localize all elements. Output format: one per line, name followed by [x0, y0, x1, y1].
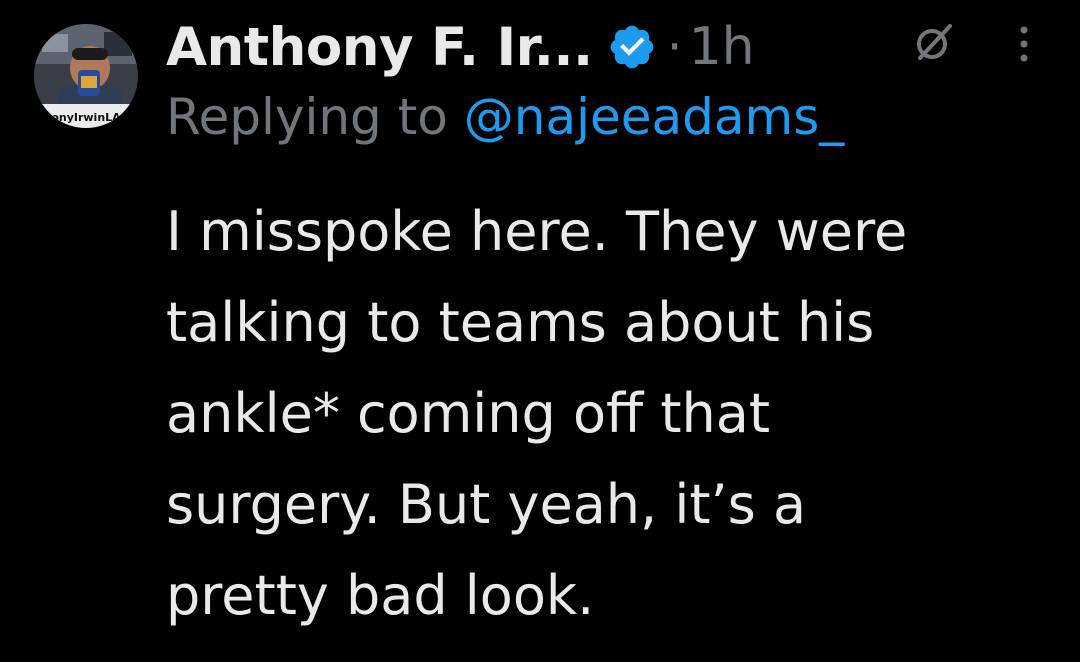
replying-to-label: Replying to: [166, 88, 464, 146]
replying-to: Replying to @najeeadams_: [166, 88, 844, 146]
avatar-caption: onyIrwinLA: [51, 111, 121, 124]
tweet-text: I misspoke here. They were talking to te…: [166, 200, 908, 627]
grok-icon[interactable]: [912, 20, 956, 64]
reply-handle-link[interactable]: @najeeadams_: [464, 88, 845, 146]
verified-badge-icon[interactable]: [607, 22, 657, 72]
timestamp[interactable]: 1h: [689, 17, 755, 77]
more-options-icon[interactable]: [1014, 22, 1034, 66]
author-avatar[interactable]: onyIrwinLA: [34, 24, 138, 128]
tweet[interactable]: onyIrwinLA Anthony F. Ir... · 1h Replyin…: [0, 0, 1080, 662]
separator-dot: ·: [666, 18, 683, 76]
avatar-image: onyIrwinLA: [34, 24, 138, 128]
author-display-name[interactable]: Anthony F. Ir...: [166, 17, 593, 78]
